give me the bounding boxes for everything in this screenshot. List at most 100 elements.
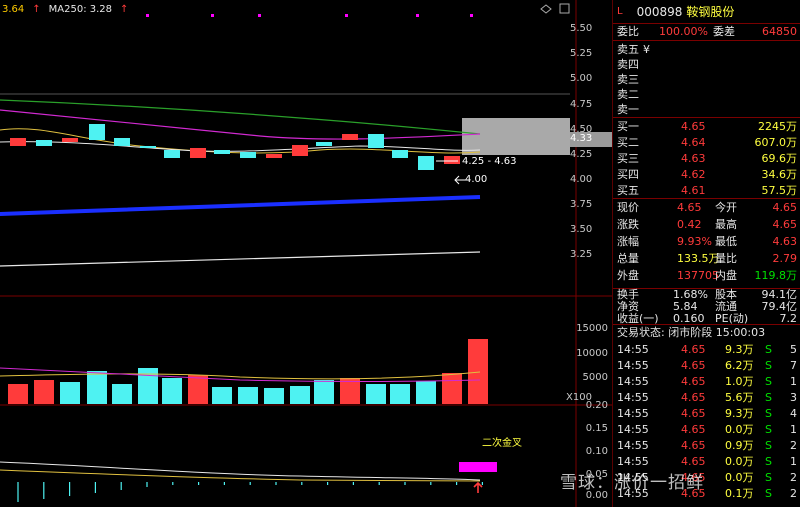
stat-value: 133.5万 [677, 252, 720, 265]
price-tick: 4.75 [570, 99, 593, 110]
ma-blue-line [0, 195, 481, 216]
volume-bar [87, 371, 107, 404]
tick-row: 14:55 4.65 9.3万 S 5 [613, 341, 800, 358]
tick-volume: 0.0万 [725, 471, 754, 484]
sell-row: 卖一 [613, 101, 800, 118]
stat-label: 现价 [617, 201, 639, 214]
tick-row: 14:55 4.65 5.6万 S 3 [613, 389, 800, 406]
price-tick: 5.00 [570, 73, 593, 84]
stat-label: 今开 [715, 201, 737, 214]
candle [164, 150, 180, 158]
tick-time: 14:55 [617, 423, 649, 436]
weibi-value: 100.00% [659, 25, 708, 38]
weibi-label: 委比 [617, 25, 639, 38]
tick-side: S [765, 423, 772, 436]
macd-tick: 0.10 [585, 446, 608, 457]
candle [114, 138, 130, 146]
ma-white-short-line [0, 141, 481, 152]
price-tick: 3.75 [570, 199, 593, 210]
price-tick: 4.00 [570, 174, 593, 185]
volume-bar [314, 380, 334, 404]
buy-label: 买五 [617, 184, 639, 197]
stock-name: 鞍钢股份 [686, 5, 735, 19]
tick-price: 4.65 [681, 343, 706, 356]
buy-price: 4.63 [681, 152, 706, 165]
price-tick: 3.50 [570, 224, 593, 235]
diamond-icon [540, 4, 552, 14]
stat-label: 涨跌 [617, 218, 639, 231]
weicha-value: 64850 [762, 25, 797, 38]
tick-side: S [765, 455, 772, 468]
candle [266, 154, 282, 158]
stat-value: 0.42 [677, 218, 702, 231]
macd-signal-label: 二次金叉 [482, 438, 522, 449]
tick-price: 4.65 [681, 359, 706, 372]
volume-bar [34, 380, 54, 404]
volume-bar [188, 375, 208, 404]
candle [418, 156, 434, 170]
buy-label: 买三 [617, 152, 639, 165]
stat-value: 119.8万 [754, 269, 798, 282]
buy-volume: 607.0万 [754, 136, 798, 149]
buy-row: 买三 4.63 69.6万 [613, 150, 800, 167]
buy-price: 4.64 [681, 136, 706, 149]
current-price-tag: 4.33 [570, 133, 593, 144]
tick-row: 14:55 4.65 9.3万 S 4 [613, 405, 800, 422]
tick-volume: 0.1万 [725, 487, 754, 500]
chart-canvas[interactable] [0, 0, 612, 507]
macd-dea-line [0, 469, 481, 482]
tick-time: 14:55 [617, 343, 649, 356]
price-tick: 4.25 [570, 149, 593, 160]
tick-volume: 0.0万 [725, 455, 754, 468]
candle [368, 134, 384, 148]
tick-volume: 9.3万 [725, 343, 754, 356]
ma250-label: MA250: 3.28 [48, 3, 113, 15]
volume-bar [8, 384, 28, 404]
tick-count: 1 [790, 455, 797, 468]
trade-status: 交易状态: 闭市阶段 15:00:03 [613, 324, 800, 341]
macd-tick: 0.15 [585, 423, 608, 434]
stat-row: 总量 133.5万 量比 2.79 [613, 250, 800, 267]
vol-ma-yellow [0, 371, 481, 380]
tick-volume: 9.3万 [725, 407, 754, 420]
stat-label: 最低 [715, 235, 737, 248]
macd-dif-line [0, 461, 481, 481]
tick-price: 4.65 [681, 375, 706, 388]
tick-price: 4.65 [681, 391, 706, 404]
stat-row: 外盘 137705 内盘 119.8万 [613, 267, 800, 284]
golden-cross-marker [459, 462, 497, 472]
tick-price: 4.65 [681, 439, 706, 452]
tick-volume: 0.9万 [725, 439, 754, 452]
tick-row: 14:55 4.65 1.0万 S 1 [613, 373, 800, 390]
tick-row: 14:55 4.65 0.0万 S 1 [613, 421, 800, 438]
stock-code: 000898 [636, 4, 683, 19]
tick-count: 4 [790, 407, 797, 420]
buy-row: 买二 4.64 607.0万 [613, 134, 800, 151]
tick-price: 4.65 [681, 423, 706, 436]
sell-label: 卖一 [617, 103, 639, 116]
quote-header: L 000898 鞍钢股份 [613, 0, 800, 23]
stat-label: 最高 [715, 218, 737, 231]
volume-bar [366, 384, 386, 404]
tick-volume: 0.0万 [725, 423, 754, 436]
tick-count: 2 [790, 471, 797, 484]
tick-row: 14:55 4.65 6.2万 S 7 [613, 357, 800, 374]
candle [214, 150, 230, 154]
buy-price: 4.65 [681, 120, 706, 133]
top-arrow-icon: ↑ [32, 3, 41, 15]
kline-chart[interactable]: 3.64 ↑ MA250: 3.28 ↑ 5.50 5.25 5.00 4.75 4.5… [0, 0, 612, 507]
stat-row: 涨跌 0.42 最高 4.65 [613, 216, 800, 233]
volume-bar [162, 378, 182, 404]
stat-label: 总量 [617, 252, 639, 265]
stat-value: 4.65 [772, 201, 798, 214]
volume-bar [442, 373, 462, 404]
volume-bar [468, 339, 488, 404]
low-annotation: 4.00 [465, 174, 488, 185]
stat-label: 内盘 [715, 269, 737, 282]
top-left-value: 3.64 [2, 3, 25, 15]
stat-row: 现价 4.65 今开 4.65 [613, 199, 800, 216]
tick-time: 14:55 [617, 391, 649, 404]
tick-count: 1 [790, 423, 797, 436]
stat-value: 9.93% [677, 235, 712, 248]
tick-time: 14:55 [617, 407, 649, 420]
